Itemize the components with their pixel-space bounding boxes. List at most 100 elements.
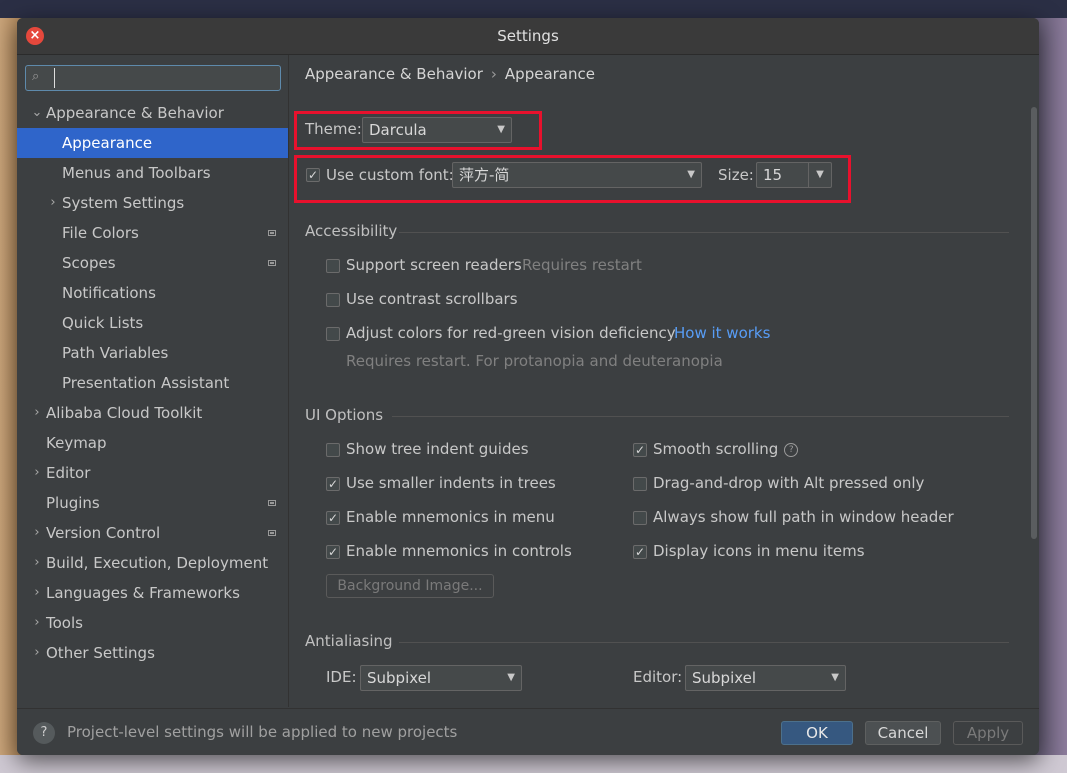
apply-button[interactable]: Apply xyxy=(953,721,1023,745)
ide-antialiasing-value: Subpixel xyxy=(367,669,432,687)
sidebar-item-label: Tools xyxy=(46,614,83,632)
section-divider xyxy=(399,232,1009,233)
chevron-down-icon: ▼ xyxy=(507,672,515,683)
font-size-value: 15 xyxy=(763,166,783,184)
editor-antialiasing-select[interactable]: Subpixel ▼ xyxy=(685,665,846,691)
use-custom-font-checkbox[interactable]: ✓ xyxy=(306,168,320,182)
sidebar-item-label: Menus and Toolbars xyxy=(62,164,211,182)
smooth-scrolling-checkbox[interactable]: ✓ xyxy=(633,443,647,457)
chevron-right-icon[interactable]: › xyxy=(47,188,59,218)
theme-label: Theme: xyxy=(305,120,362,138)
ide-antialiasing-select[interactable]: Subpixel ▼ xyxy=(360,665,522,691)
sidebar-item-label: Appearance & Behavior xyxy=(46,104,224,122)
mnemonics-menu-checkbox[interactable]: ✓ xyxy=(326,511,340,525)
tree-indent-guides-label: Show tree indent guides xyxy=(346,440,529,458)
sidebar-item-tools[interactable]: › Tools xyxy=(17,608,288,638)
footer-note: Project-level settings will be applied t… xyxy=(67,723,458,741)
sidebar-item-quick-lists[interactable]: Quick Lists xyxy=(17,308,288,338)
chevron-right-icon[interactable]: › xyxy=(31,518,43,548)
search-input[interactable] xyxy=(54,68,279,88)
project-level-icon xyxy=(268,500,276,506)
support-screen-readers-checkbox[interactable] xyxy=(326,259,340,273)
sidebar-item-notifications[interactable]: Notifications xyxy=(17,278,288,308)
font-size-select[interactable]: 15 ▼ xyxy=(756,162,832,188)
font-select[interactable]: 萍方-简 ▼ xyxy=(452,162,702,188)
sidebar-item-build-execution-deployment[interactable]: › Build, Execution, Deployment xyxy=(17,548,288,578)
cancel-button[interactable]: Cancel xyxy=(865,721,941,745)
sidebar-item-system-settings[interactable]: › System Settings xyxy=(17,188,288,218)
drag-drop-alt-checkbox[interactable] xyxy=(633,477,647,491)
chevron-down-icon[interactable]: ⌄ xyxy=(31,98,43,128)
breadcrumb: Appearance & Behavior › Appearance xyxy=(305,65,595,85)
sidebar-item-menus-toolbars[interactable]: Menus and Toolbars xyxy=(17,158,288,188)
full-path-checkbox[interactable] xyxy=(633,511,647,525)
editor-antialiasing-label: Editor: xyxy=(633,668,683,686)
sidebar-item-label: Scopes xyxy=(62,254,116,272)
settings-tree: ⌄ Appearance & Behavior Appearance Menus an… xyxy=(17,98,288,668)
sidebar-item-file-colors[interactable]: File Colors xyxy=(17,218,288,248)
breadcrumb-parent[interactable]: Appearance & Behavior xyxy=(305,65,483,83)
tree-indent-guides-checkbox[interactable] xyxy=(326,443,340,457)
smaller-indents-checkbox[interactable]: ✓ xyxy=(326,477,340,491)
dialog-footer: ? Project-level settings will be applied… xyxy=(17,708,1039,755)
sidebar-item-appearance[interactable]: Appearance xyxy=(17,128,288,158)
chevron-down-icon[interactable]: ▼ xyxy=(808,163,831,187)
sidebar-item-label: Keymap xyxy=(46,434,107,452)
chevron-right-icon[interactable]: › xyxy=(31,398,43,428)
sidebar-item-editor[interactable]: › Editor xyxy=(17,458,288,488)
use-custom-font-label: Use custom font: xyxy=(326,166,454,184)
settings-window: × Settings ⌕ ⌄ Appearance & Behavior Appea… xyxy=(17,18,1039,755)
search-field[interactable]: ⌕ xyxy=(25,65,281,91)
sidebar-item-appearance-behavior[interactable]: ⌄ Appearance & Behavior xyxy=(17,98,288,128)
sidebar-item-label: Path Variables xyxy=(62,344,169,362)
search-icon: ⌕ xyxy=(32,69,40,84)
mnemonics-controls-checkbox[interactable]: ✓ xyxy=(326,545,340,559)
sidebar-item-label: Plugins xyxy=(46,494,100,512)
question-circle-icon[interactable]: ? xyxy=(784,442,799,457)
sidebar-item-alibaba-cloud-toolkit[interactable]: › Alibaba Cloud Toolkit xyxy=(17,398,288,428)
chevron-right-icon[interactable]: › xyxy=(31,608,43,638)
sidebar-item-presentation-assistant[interactable]: Presentation Assistant xyxy=(17,368,288,398)
sidebar-item-other-settings[interactable]: › Other Settings xyxy=(17,638,288,668)
ok-button[interactable]: OK xyxy=(781,721,853,745)
red-green-hint: Requires restart. For protanopia and deu… xyxy=(346,352,723,370)
sidebar-item-path-variables[interactable]: Path Variables xyxy=(17,338,288,368)
red-green-deficiency-label: Adjust colors for red-green vision defic… xyxy=(346,324,676,342)
theme-select[interactable]: Darcula ▼ xyxy=(362,117,512,143)
requires-restart-hint: Requires restart xyxy=(522,256,642,274)
sidebar-item-version-control[interactable]: › Version Control xyxy=(17,518,288,548)
main-panel: Appearance & Behavior › Appearance Theme: … xyxy=(289,55,1039,707)
how-it-works-link[interactable]: How it works xyxy=(674,324,770,342)
section-divider xyxy=(399,642,1009,643)
contrast-scrollbars-checkbox[interactable] xyxy=(326,293,340,307)
desktop-background-top xyxy=(0,0,1067,18)
red-green-deficiency-checkbox[interactable] xyxy=(326,327,340,341)
chevron-down-icon: ▼ xyxy=(497,124,505,135)
editor-antialiasing-value: Subpixel xyxy=(692,669,757,687)
sidebar-item-plugins[interactable]: Plugins xyxy=(17,488,288,518)
vertical-scrollbar[interactable] xyxy=(1031,107,1037,539)
project-level-icon xyxy=(268,230,276,236)
chevron-right-icon[interactable]: › xyxy=(31,458,43,488)
mnemonics-controls-label: Enable mnemonics in controls xyxy=(346,542,572,560)
help-button[interactable]: ? xyxy=(33,722,55,744)
theme-value: Darcula xyxy=(369,121,427,139)
breadcrumb-separator: › xyxy=(490,65,497,83)
icons-menu-checkbox[interactable]: ✓ xyxy=(633,545,647,559)
chevron-right-icon[interactable]: › xyxy=(31,638,43,668)
size-label: Size: xyxy=(718,166,754,184)
chevron-right-icon[interactable]: › xyxy=(31,548,43,578)
full-path-label: Always show full path in window header xyxy=(653,508,954,526)
sidebar-item-scopes[interactable]: Scopes xyxy=(17,248,288,278)
chevron-right-icon[interactable]: › xyxy=(31,578,43,608)
sidebar-item-label: Presentation Assistant xyxy=(62,374,230,392)
sidebar-item-languages-frameworks[interactable]: › Languages & Frameworks xyxy=(17,578,288,608)
section-title-accessibility: Accessibility xyxy=(305,222,398,240)
sidebar: ⌕ ⌄ Appearance & Behavior Appearance Menus … xyxy=(17,55,289,707)
sidebar-item-label: Languages & Frameworks xyxy=(46,584,240,602)
background-image-button[interactable]: Background Image... xyxy=(326,574,494,598)
sidebar-item-keymap[interactable]: Keymap xyxy=(17,428,288,458)
sidebar-item-label: Appearance xyxy=(62,134,153,152)
title-bar: × Settings xyxy=(17,18,1039,55)
sidebar-item-label: Editor xyxy=(46,464,91,482)
